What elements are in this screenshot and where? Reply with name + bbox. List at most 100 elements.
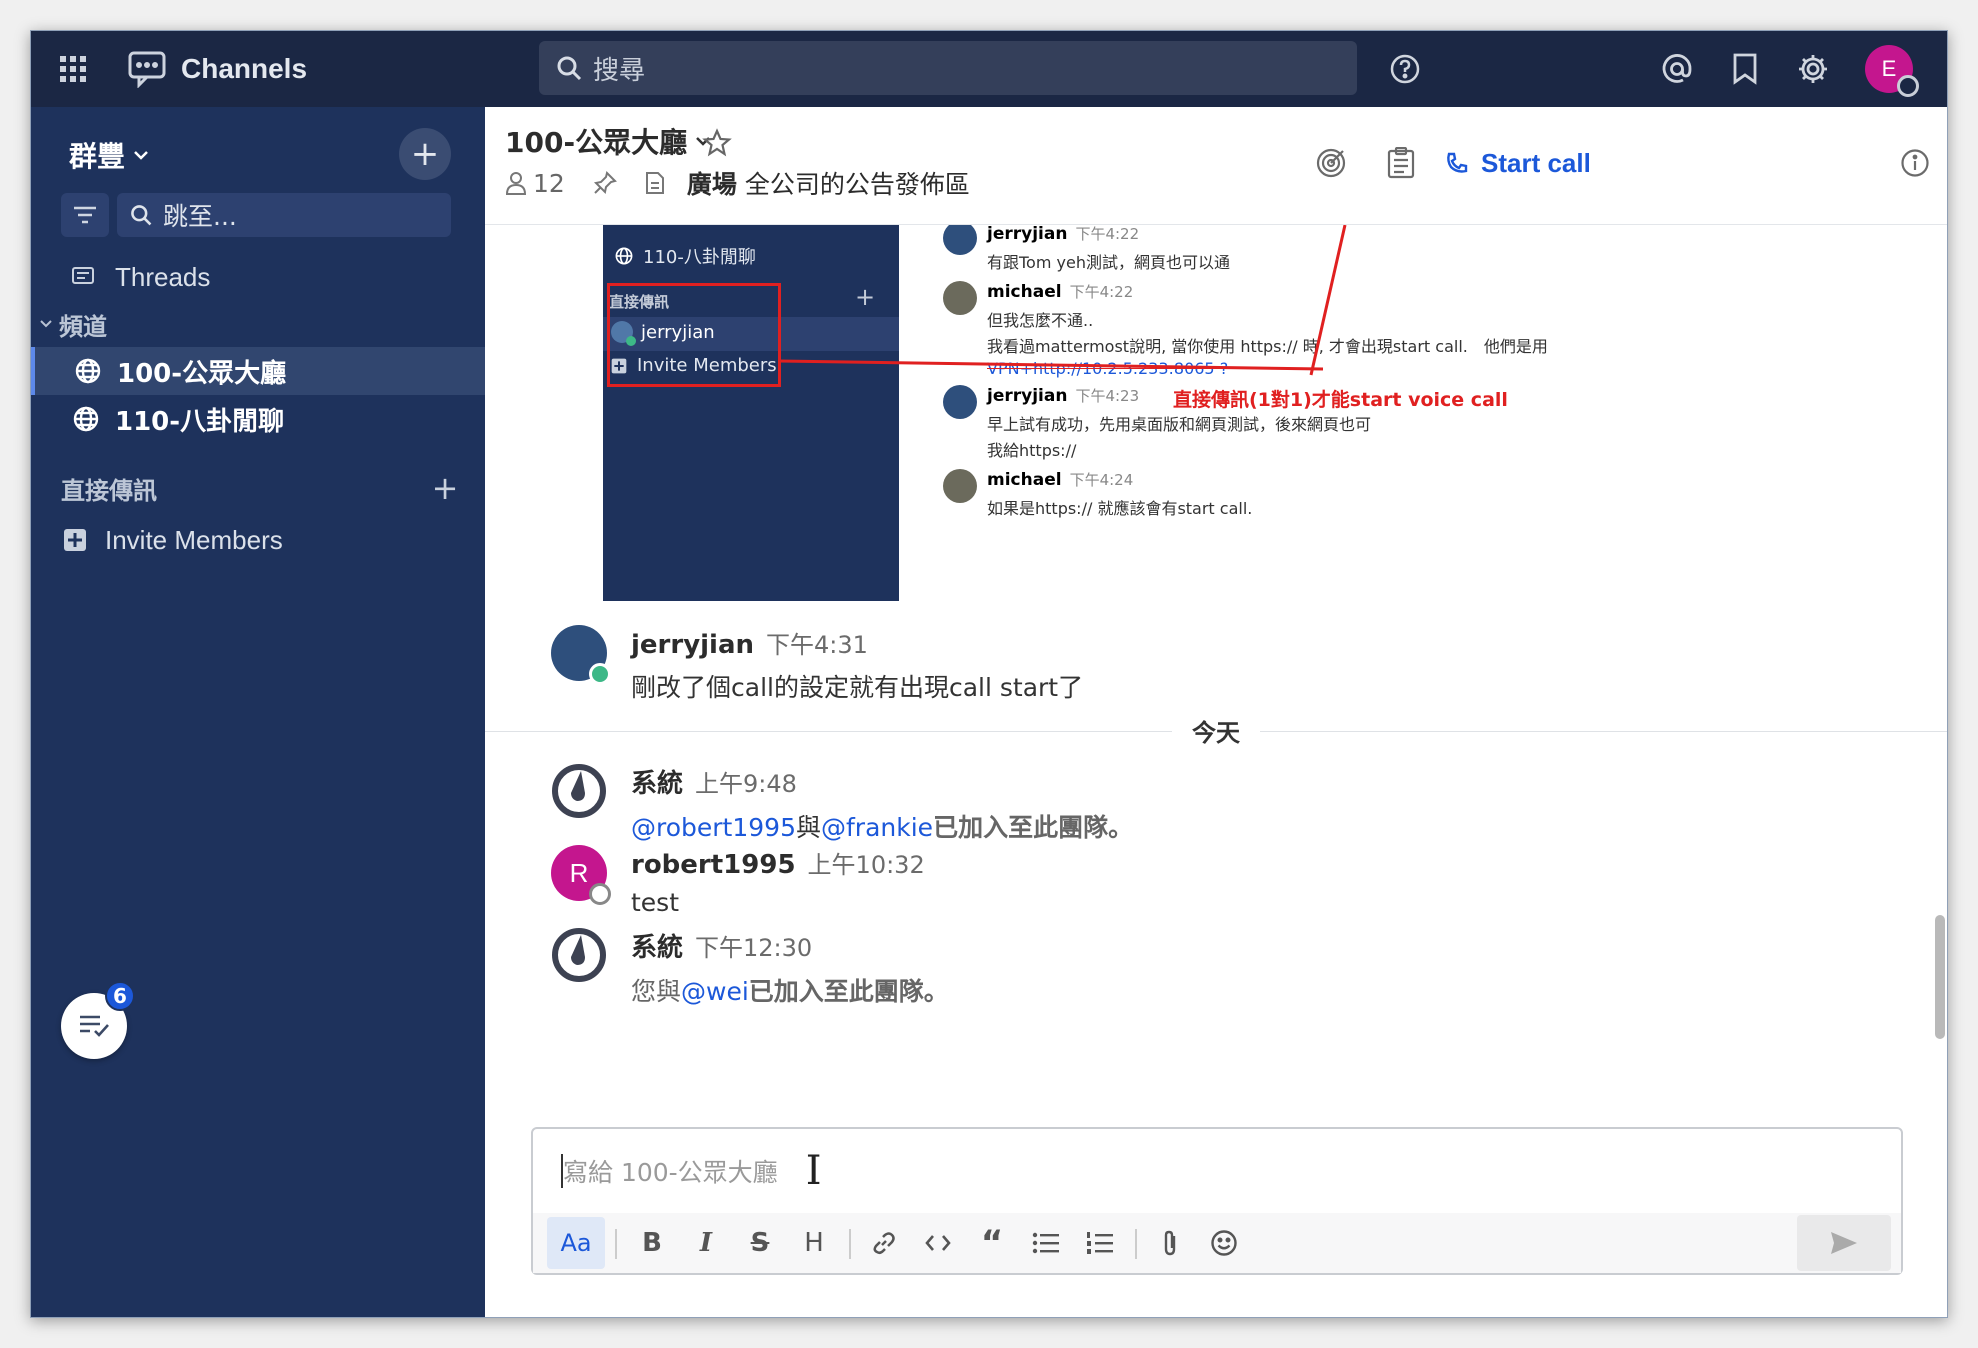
message-placeholder: 寫給 100-公眾大廳 — [563, 1158, 778, 1187]
app-name: Channels — [181, 53, 308, 84]
post-text: 您與 — [631, 977, 682, 1006]
dm-header: 直接傳訊 — [61, 476, 157, 505]
phone-icon — [1447, 152, 1468, 173]
send-button[interactable] — [1797, 1215, 1891, 1271]
file-icon[interactable] — [645, 171, 665, 195]
threads-icon — [72, 267, 94, 284]
channel-header: 100-公眾大廳 12 廣場 全公司的公告發佈區 Start call — [485, 107, 1947, 225]
status-offline-icon — [589, 883, 611, 905]
member-count[interactable]: 12 — [533, 169, 565, 198]
sidebar-item-110-gossip[interactable]: 110-八卦閒聊 — [31, 395, 485, 443]
channel-title: 100-公眾大廳 — [505, 126, 688, 159]
post-username[interactable]: 系統 — [631, 933, 683, 963]
start-call-label: Start call — [1481, 147, 1591, 178]
clipboard-icon[interactable] — [1379, 141, 1423, 185]
post-text: 剛改了個call的設定就有出現call start了 — [631, 673, 1084, 702]
info-icon[interactable] — [1893, 141, 1937, 185]
post-time[interactable]: 上午10:32 — [808, 851, 925, 879]
i-beam-cursor-icon: Ⅰ — [805, 1148, 822, 1194]
avatar-letter: E — [1881, 56, 1897, 81]
italic-icon[interactable]: I — [679, 1213, 733, 1273]
post-time[interactable]: 上午9:48 — [695, 770, 797, 798]
sidebar-item-100-plaza[interactable]: 100-公眾大廳 — [31, 347, 485, 395]
mentions-icon[interactable] — [1655, 47, 1699, 91]
search-icon — [131, 205, 152, 226]
quote-icon[interactable]: “ — [965, 1213, 1019, 1273]
post-time[interactable]: 下午4:31 — [766, 631, 868, 659]
heading-icon[interactable]: H — [787, 1213, 841, 1273]
saved-messages-icon[interactable] — [1723, 47, 1767, 91]
attachment-icon[interactable] — [1143, 1213, 1197, 1273]
strikethrough-icon[interactable]: S — [733, 1213, 787, 1273]
date-separator-label: 今天 — [1172, 713, 1260, 748]
channel-title-menu[interactable]: 100-公眾大廳 — [505, 121, 711, 161]
tasks-button[interactable]: 6 — [61, 981, 135, 1059]
code-icon[interactable] — [911, 1213, 965, 1273]
post-username[interactable]: robert1995 — [631, 850, 796, 880]
send-icon — [1831, 1232, 1857, 1254]
format-toggle-button[interactable]: Aa — [547, 1217, 605, 1269]
channel-purpose: 全公司的公告發佈區 — [744, 170, 970, 199]
message-input[interactable]: 寫給 100-公眾大廳 Ⅰ — [533, 1129, 1901, 1213]
system-post[interactable]: 系統 下午12:30 您與@wei已加入至此團隊。 — [551, 927, 1851, 1017]
jump-to-input[interactable]: 跳至... — [117, 193, 451, 237]
post-text: 與 — [795, 813, 821, 842]
bulleted-list-icon[interactable] — [1019, 1213, 1073, 1273]
invite-label: Invite Members — [105, 524, 283, 555]
post-text: test — [631, 888, 680, 917]
post-username[interactable]: jerryjian — [631, 630, 754, 660]
start-call-button[interactable]: Start call — [1445, 141, 1591, 185]
member-icon[interactable] — [505, 171, 527, 195]
search-icon — [557, 56, 582, 81]
user-avatar[interactable]: E — [1865, 45, 1919, 97]
formatting-toolbar: Aa B I S H “ — [533, 1213, 1901, 1273]
settings-gear-icon[interactable] — [1791, 47, 1835, 91]
bold-icon[interactable]: B — [625, 1213, 679, 1273]
filter-icon[interactable] — [61, 193, 109, 237]
scrollbar-thumb[interactable] — [1935, 915, 1945, 1039]
product-menu-icon[interactable] — [49, 45, 97, 93]
post-username[interactable]: 系統 — [631, 769, 683, 799]
mattermost-logo-icon — [552, 928, 606, 982]
invite-members-button[interactable]: Invite Members — [31, 515, 485, 565]
tasks-badge: 6 — [105, 981, 135, 1011]
channels-icon — [125, 49, 169, 89]
system-post[interactable]: 系統 上午9:48 @robert1995與@frankie已加入至此團隊。 — [551, 763, 1851, 853]
pin-icon[interactable] — [593, 171, 617, 195]
add-channel-button[interactable]: + — [399, 128, 451, 180]
sidebar-item-threads[interactable]: Threads — [31, 252, 485, 302]
checklist-icon — [80, 1015, 109, 1037]
chevron-down-icon — [134, 151, 148, 160]
search-bar[interactable]: 搜尋 — [539, 41, 1357, 95]
post-text: 已加入至此團隊。 — [933, 813, 1134, 842]
post[interactable]: jerryjian 下午4:31 剛改了個call的設定就有出現call star… — [551, 625, 1851, 715]
mention-link[interactable]: @frankie — [821, 813, 933, 842]
post[interactable]: R robert1995 上午10:32 test — [551, 845, 1851, 935]
search-placeholder: 搜尋 — [593, 55, 646, 86]
focus-target-icon[interactable] — [1309, 141, 1353, 185]
channels-header: 頻道 — [59, 312, 107, 341]
screenshot-annotation-lines — [778, 225, 1347, 376]
channels-category[interactable]: 頻道 — [31, 299, 485, 349]
add-dm-button[interactable]: + — [427, 467, 463, 509]
link-icon[interactable] — [857, 1213, 911, 1273]
mention-link[interactable]: @wei — [681, 977, 749, 1006]
channel-name: 110-八卦閒聊 — [115, 406, 285, 437]
channel-meta: 12 廣場 全公司的公告發佈區 — [505, 163, 970, 203]
message-feed: 110-八卦閒聊 直接傳訊 + jerryjian Invite Members — [485, 225, 1947, 1065]
dm-category[interactable]: 直接傳訊 — [31, 463, 485, 513]
sidebar: 群豐 + 跳至... Threads 頻道 100-公眾大廳 110-八卦閒聊 — [31, 107, 485, 1317]
chevron-down-icon — [40, 320, 52, 328]
jump-placeholder: 跳至... — [163, 202, 237, 231]
avatar[interactable]: R — [551, 845, 611, 905]
numbered-list-icon[interactable] — [1073, 1213, 1127, 1273]
emoji-icon[interactable] — [1197, 1213, 1251, 1273]
post-time[interactable]: 下午12:30 — [695, 934, 812, 962]
team-name: 群豐 — [69, 140, 126, 173]
status-away-icon — [1897, 75, 1919, 97]
favorite-star-icon[interactable] — [697, 123, 737, 163]
avatar[interactable] — [551, 625, 611, 685]
attached-screenshot[interactable]: 110-八卦閒聊 直接傳訊 + jerryjian Invite Members — [603, 225, 1603, 601]
help-icon[interactable] — [1383, 47, 1427, 91]
mention-link[interactable]: @robert1995 — [631, 813, 796, 842]
